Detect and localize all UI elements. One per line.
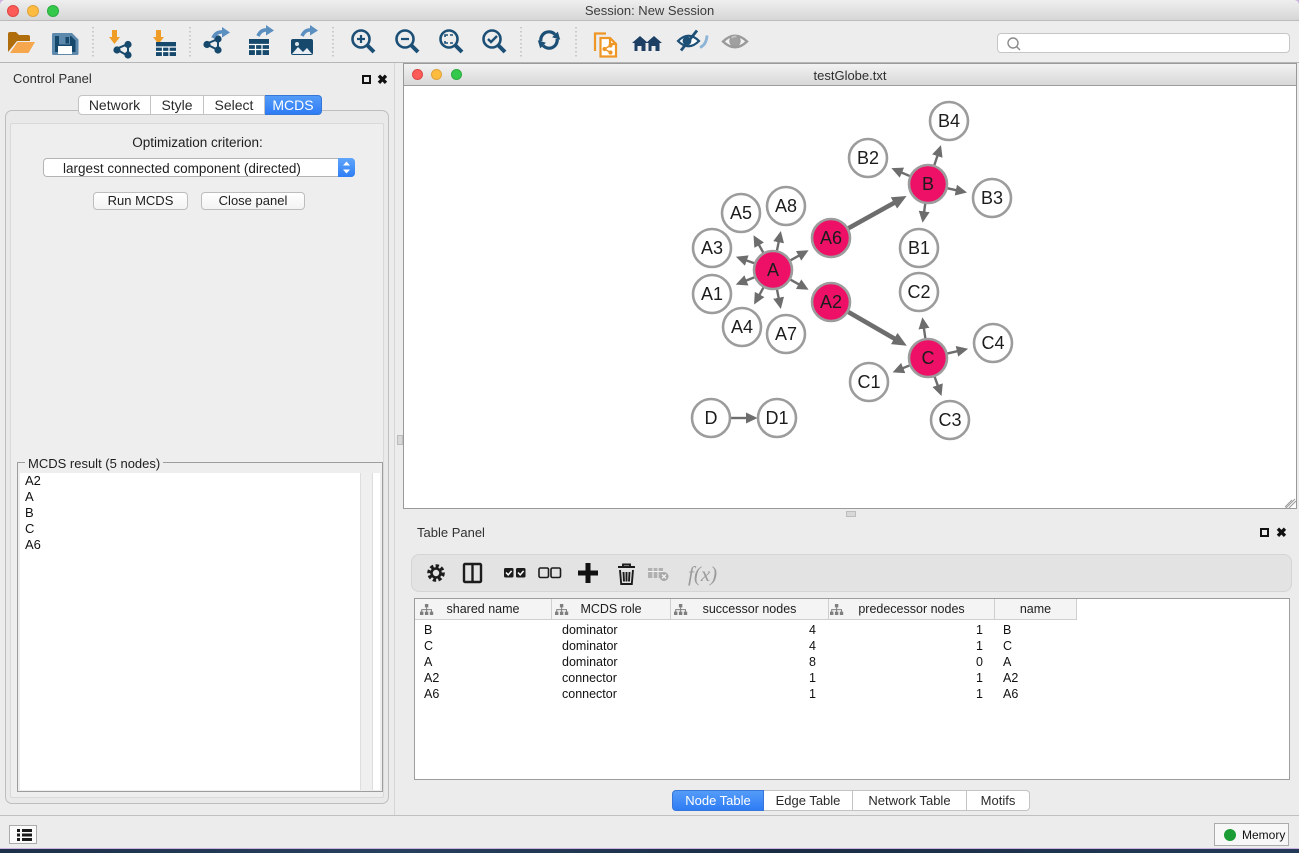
svg-text:C4: C4 <box>981 333 1004 353</box>
svg-text:A7: A7 <box>775 324 797 344</box>
svg-text:A3: A3 <box>701 238 723 258</box>
svg-text:f(x): f(x) <box>688 562 717 586</box>
svg-text:A: A <box>767 260 779 280</box>
svg-text:A2: A2 <box>820 292 842 312</box>
svg-text:D: D <box>705 408 718 428</box>
svg-text:A8: A8 <box>775 196 797 216</box>
svg-text:D1: D1 <box>765 408 788 428</box>
svg-text:B3: B3 <box>981 188 1003 208</box>
svg-text:C2: C2 <box>907 282 930 302</box>
svg-text:A4: A4 <box>731 317 753 337</box>
svg-text:A1: A1 <box>701 284 723 304</box>
svg-text:B1: B1 <box>908 238 930 258</box>
svg-text:A5: A5 <box>730 203 752 223</box>
svg-text:B2: B2 <box>857 148 879 168</box>
svg-text:C: C <box>922 348 935 368</box>
svg-text:C1: C1 <box>857 372 880 392</box>
svg-text:A6: A6 <box>820 228 842 248</box>
svg-text:C3: C3 <box>938 410 961 430</box>
svg-text:B4: B4 <box>938 111 960 131</box>
svg-text:B: B <box>922 174 934 194</box>
